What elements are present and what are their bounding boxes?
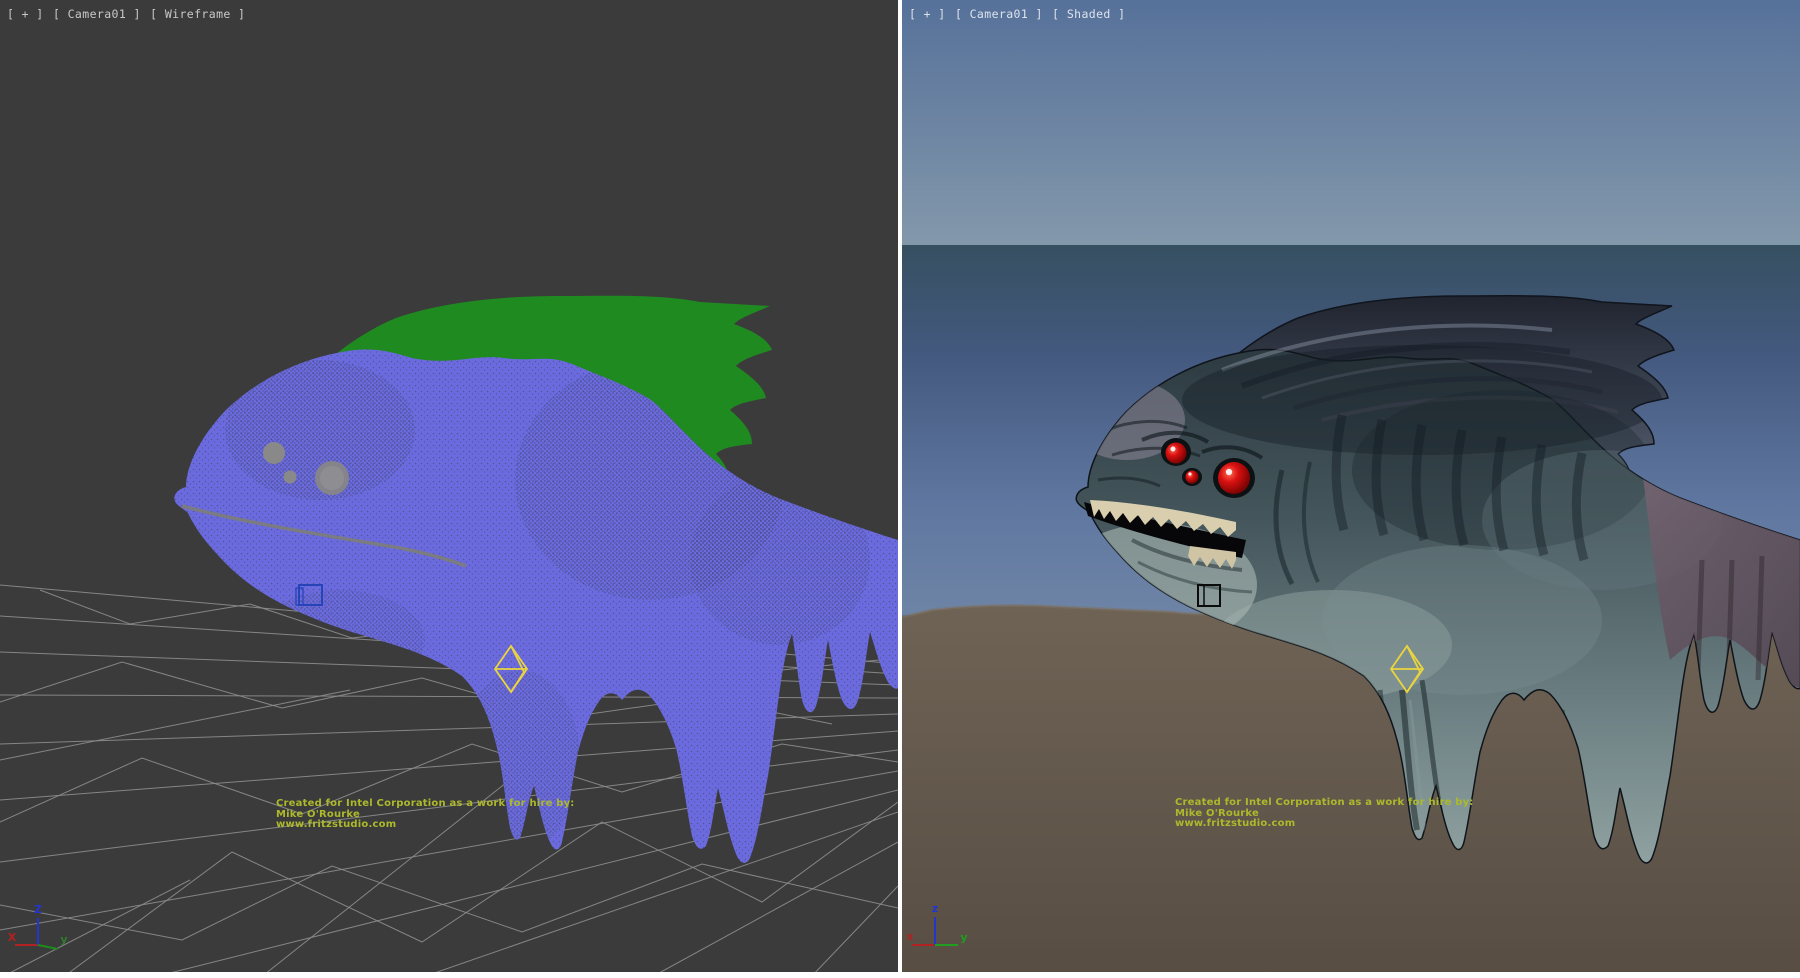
viewport-menu-camera[interactable]: [ Camera01 ]: [955, 7, 1043, 21]
viewport-menu-expand[interactable]: [ + ]: [909, 7, 946, 21]
watermark-credit: Created for Intel Corporation as a work …: [1175, 798, 1474, 830]
watermark-line3: www.fritzstudio.com: [276, 820, 575, 831]
viewport-menu-camera[interactable]: [ Camera01 ]: [53, 7, 141, 21]
viewport-label-bar: [ + ] [ Camera01 ] [ Shaded ]: [909, 7, 1127, 21]
watermark-line3: www.fritzstudio.com: [1175, 819, 1474, 830]
axis-y-line: [38, 945, 58, 949]
axis-y-label: y: [960, 931, 967, 944]
sky: [902, 0, 1800, 246]
viewport-label-bar: [ + ] [ Camera01 ] [ Wireframe ]: [7, 7, 247, 21]
axis-y-label: y: [60, 933, 67, 946]
viewport-menu-expand[interactable]: [ + ]: [7, 7, 44, 21]
viewport-wireframe[interactable]: X Z y [ + ] [ Camera01 ] [ Wireframe ] C…: [0, 0, 898, 978]
shaded-scene: x z y: [902, 0, 1800, 978]
viewport-divider[interactable]: [898, 0, 902, 978]
viewport-menu-shading[interactable]: [ Shaded ]: [1052, 7, 1125, 21]
watermark-line1: Created for Intel Corporation as a work …: [1175, 798, 1474, 809]
axis-z-label: Z: [34, 903, 42, 916]
world-axis-tripod: X Z y: [8, 903, 68, 949]
watermark-line1: Created for Intel Corporation as a work …: [276, 799, 575, 810]
wireframe-scene: X Z y: [0, 0, 898, 978]
watermark-credit: Created for Intel Corporation as a work …: [276, 799, 575, 831]
viewport-bottom-splitter[interactable]: [0, 972, 1800, 978]
viewport-split-stage: X Z y [ + ] [ Camera01 ] [ Wireframe ] C…: [0, 0, 1800, 978]
viewport-shaded[interactable]: x z y [ + ] [ Camera01 ] [ Shaded ] Crea…: [902, 0, 1800, 978]
viewport-menu-shading[interactable]: [ Wireframe ]: [150, 7, 245, 21]
axis-x-label: x: [906, 930, 913, 943]
axis-x-label: X: [8, 931, 17, 944]
wireframe-speckle-texture: [174, 350, 898, 863]
axis-z-label: z: [932, 902, 938, 915]
